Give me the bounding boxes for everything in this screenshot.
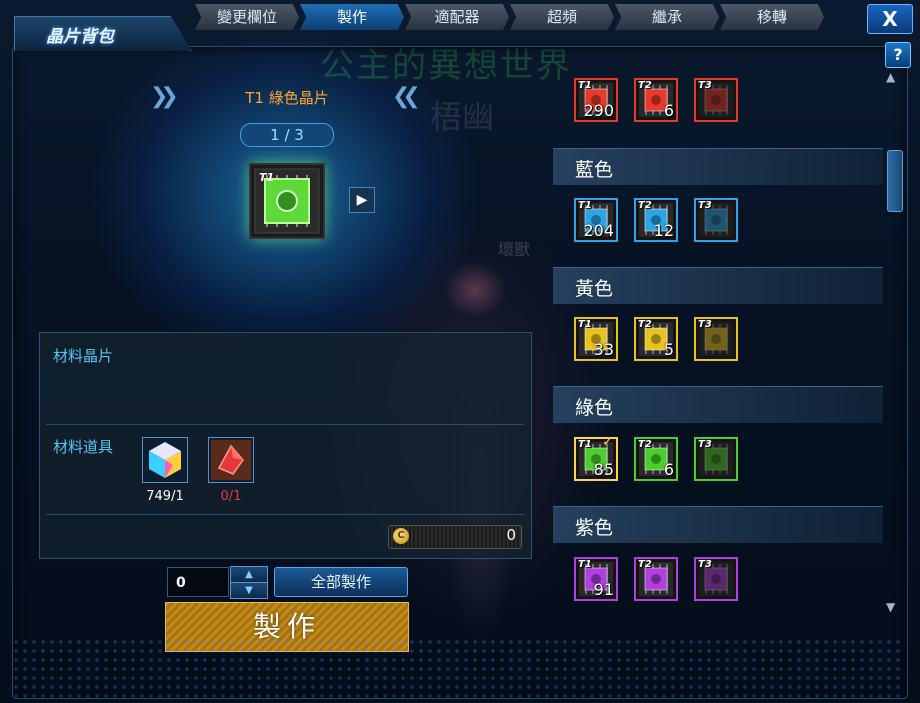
scroll-down-button[interactable]: ▼ bbox=[886, 600, 895, 614]
chip-slot[interactable]: T3 bbox=[694, 78, 738, 122]
chip-slot[interactable]: T3 bbox=[694, 317, 738, 361]
chip-slot[interactable]: T2 6 bbox=[634, 437, 678, 481]
color-group-name: 紫色 bbox=[575, 517, 614, 539]
coin-icon: C bbox=[393, 528, 409, 544]
target-chip-slot[interactable]: T1 bbox=[249, 163, 325, 239]
color-group-name: 綠色 bbox=[575, 397, 614, 419]
recipe-name: T1 綠色晶片 bbox=[245, 89, 329, 107]
color-group-header-green: 綠色 bbox=[553, 386, 883, 423]
material-item-slot[interactable] bbox=[142, 437, 188, 483]
chip-count: 91 bbox=[593, 580, 614, 599]
help-button[interactable]: ? bbox=[885, 42, 911, 68]
chip-count: 5 bbox=[663, 340, 674, 359]
chip-count: 6 bbox=[663, 460, 674, 479]
material-items-label: 材料道具 bbox=[53, 438, 114, 456]
chip-slot[interactable]: T1 290 bbox=[574, 78, 618, 122]
chip-slot[interactable]: T2 12 bbox=[634, 198, 678, 242]
chip-tier: T2 bbox=[638, 559, 652, 570]
chip-slot[interactable]: T3 bbox=[694, 437, 738, 481]
chip-count: 290 bbox=[583, 101, 614, 120]
chip-tier: T3 bbox=[698, 200, 712, 211]
material-item-count: 0/1 bbox=[220, 489, 242, 504]
tab-craft[interactable]: 製作 bbox=[300, 4, 404, 30]
chip-tier: T1 bbox=[578, 559, 592, 570]
chip-slot[interactable]: T3 bbox=[694, 557, 738, 601]
chip-slot[interactable]: T1 204 bbox=[574, 198, 618, 242]
material-chips-label: 材料晶片 bbox=[53, 347, 114, 365]
red-crystal-icon bbox=[211, 440, 251, 480]
tab-change-slot[interactable]: 變更欄位 bbox=[195, 4, 299, 30]
chip-slot[interactable]: T2 5 bbox=[634, 317, 678, 361]
chip-count: 85 bbox=[593, 460, 614, 479]
chip-tier: T3 bbox=[698, 559, 712, 570]
tab-overclock[interactable]: 超頻 bbox=[510, 4, 614, 30]
scroll-up-button[interactable]: ▲ bbox=[886, 70, 895, 84]
green-chip-icon: T1 bbox=[254, 168, 320, 234]
page-indicator: 1 / 3 bbox=[240, 123, 334, 147]
tab-inherit[interactable]: 繼承 bbox=[615, 4, 719, 30]
divider bbox=[46, 424, 524, 425]
chip-tier: T2 bbox=[638, 200, 652, 211]
pixel-floor-decoration bbox=[14, 640, 904, 698]
color-group-header-blue: 藍色 bbox=[553, 148, 883, 185]
close-button[interactable]: X bbox=[867, 4, 913, 34]
chevron-left-double-icon: ❮❮ bbox=[392, 84, 421, 109]
chip-count: 204 bbox=[583, 221, 614, 240]
quantity-down-button[interactable]: ▼ bbox=[230, 582, 268, 599]
chip-tier: T3 bbox=[698, 319, 712, 330]
chip-count: 6 bbox=[663, 101, 674, 120]
quantity-up-button[interactable]: ▲ bbox=[230, 566, 268, 583]
prism-cube-icon bbox=[149, 442, 181, 478]
selected-check-icon: ✓ bbox=[602, 434, 614, 450]
game-window: 公主的異想世界 梧幽 壞獸 晶片背包 變更欄位 製作 適配器 超頻 繼承 移轉 … bbox=[0, 0, 920, 703]
chip-tier: T1 bbox=[578, 319, 592, 330]
color-group-header-purple: 紫色 bbox=[553, 506, 883, 543]
chip-tier: T1 bbox=[578, 200, 592, 211]
chip-tier: T1 bbox=[578, 80, 592, 91]
chip-tier: T3 bbox=[698, 439, 712, 450]
chip-slot[interactable]: T1 91 bbox=[574, 557, 618, 601]
tab-adapter[interactable]: 適配器 bbox=[405, 4, 509, 30]
chip-tier: T2 bbox=[638, 80, 652, 91]
color-group-name: 藍色 bbox=[575, 159, 614, 181]
chip-slot[interactable]: T2 bbox=[634, 557, 678, 601]
chip-tier: T2 bbox=[638, 439, 652, 450]
tab-bar: 變更欄位 製作 適配器 超頻 繼承 移轉 bbox=[195, 4, 825, 30]
color-group-header-yellow: 黃色 bbox=[553, 267, 883, 304]
material-item-count: 749/1 bbox=[146, 489, 184, 504]
divider bbox=[46, 514, 524, 515]
svg-text:T1: T1 bbox=[259, 171, 274, 184]
chip-tier: T2 bbox=[638, 319, 652, 330]
chip-count: 12 bbox=[653, 221, 674, 240]
craft-all-button[interactable]: 全部製作 bbox=[274, 567, 408, 597]
color-group-name: 黃色 bbox=[575, 278, 614, 300]
quantity-input[interactable]: 0 bbox=[167, 567, 229, 597]
chip-slot[interactable]: T1 33 bbox=[574, 317, 618, 361]
tab-transfer[interactable]: 移轉 bbox=[720, 4, 824, 30]
coin-cost: 0 bbox=[506, 526, 516, 544]
chip-slot[interactable]: T3 bbox=[694, 198, 738, 242]
next-recipe-button[interactable]: ▶ bbox=[349, 187, 375, 213]
chip-tier: T1 bbox=[578, 439, 592, 450]
chevron-left-icon: ❯❯ bbox=[150, 84, 179, 109]
chip-tier: T3 bbox=[698, 80, 712, 91]
scrollbar-thumb[interactable] bbox=[887, 150, 903, 212]
chip-count: 33 bbox=[593, 340, 614, 359]
chip-slot[interactable]: T2 6 bbox=[634, 78, 678, 122]
material-item-slot[interactable] bbox=[208, 437, 254, 483]
window-title: 晶片背包 bbox=[46, 27, 114, 47]
